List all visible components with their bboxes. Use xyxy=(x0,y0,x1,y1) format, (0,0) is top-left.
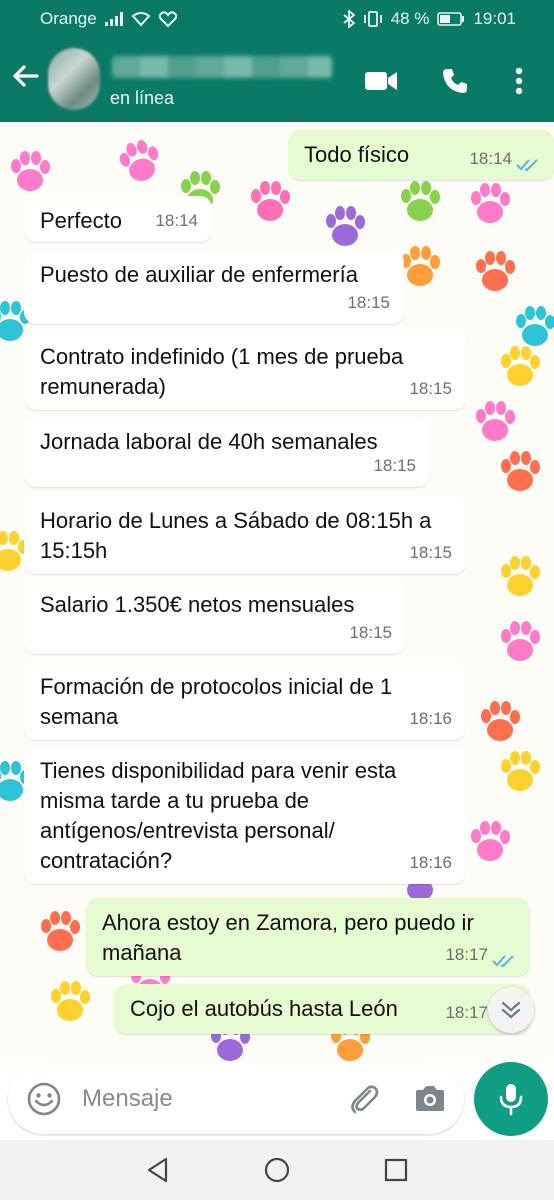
message-text: Tienes disponibilidad para venir esta mi… xyxy=(40,758,397,873)
message-text: Todo físico xyxy=(304,142,410,167)
double-check-icon xyxy=(492,955,514,968)
message-time: 18:16 xyxy=(409,709,452,728)
message-bubble-incoming[interactable]: Salario 1.350€ netos mensuales 18:15 xyxy=(24,580,406,654)
more-vert-icon[interactable] xyxy=(502,64,536,98)
bluetooth-icon xyxy=(343,10,355,28)
heart-icon xyxy=(158,11,177,27)
message-bubble-outgoing[interactable]: Cojo el autobús hasta León 18:17 xyxy=(114,984,530,1034)
message-time: 18:17 xyxy=(445,1003,488,1022)
contact-status: en línea xyxy=(110,88,175,108)
nav-recents-icon[interactable] xyxy=(382,1156,410,1184)
message-time: 18:14 xyxy=(155,211,198,230)
message-bubble-incoming[interactable]: Jornada laboral de 40h semanales 18:15 xyxy=(24,417,430,487)
clock: 19:01 xyxy=(473,9,516,28)
message-text: Ahora estoy en Zamora, pero puedo ir mañ… xyxy=(102,910,474,965)
message-bubble-incoming[interactable]: Formación de protocolos inicial de 1 sem… xyxy=(24,662,466,740)
message-text: Salario 1.350€ netos mensuales xyxy=(40,592,355,617)
message-text: Horario de Lunes a Sábado de 08:15h a 15… xyxy=(40,508,432,563)
nav-home-icon[interactable] xyxy=(263,1156,291,1184)
signal-icon xyxy=(104,12,123,26)
message-bubble-incoming[interactable]: Contrato indefinido (1 mes de prueba rem… xyxy=(24,332,466,410)
message-time: 18:15 xyxy=(409,379,452,398)
message-time: 18:15 xyxy=(373,456,416,475)
battery-percent: 48 % xyxy=(390,9,430,28)
attach-icon[interactable] xyxy=(346,1081,382,1117)
scroll-down-icon xyxy=(501,1001,521,1019)
message-time: 18:15 xyxy=(347,293,390,312)
avatar[interactable] xyxy=(48,48,100,110)
message-text: Perfecto xyxy=(40,208,122,233)
message-text: Puesto de auxiliar de enfermería xyxy=(40,262,358,287)
message-time: 18:15 xyxy=(349,623,392,642)
message-text: Formación de protocolos inicial de 1 sem… xyxy=(40,674,393,729)
chat-header: en línea xyxy=(0,38,554,122)
message-text: Contrato indefinido (1 mes de prueba rem… xyxy=(40,344,404,399)
message-time: 18:14 xyxy=(469,149,512,168)
emoji-icon[interactable] xyxy=(26,1081,62,1117)
message-input[interactable]: Mensaje xyxy=(82,1085,173,1113)
status-bar: Orange 48 % 19:01 xyxy=(0,0,554,38)
carrier-name: Orange xyxy=(40,9,97,28)
system-navigation-bar xyxy=(0,1140,554,1200)
message-bubble-incoming[interactable]: Puesto de auxiliar de enfermería 18:15 xyxy=(24,250,404,324)
message-text: Cojo el autobús hasta León xyxy=(130,996,398,1021)
scroll-down-button[interactable] xyxy=(488,987,534,1033)
message-bubble-outgoing[interactable]: Ahora estoy en Zamora, pero puedo ir mañ… xyxy=(86,898,530,976)
nav-back-icon[interactable] xyxy=(144,1156,172,1184)
message-bubble-incoming[interactable]: Tienes disponibilidad para venir esta mi… xyxy=(24,746,466,884)
contact-name-redacted[interactable] xyxy=(112,56,332,78)
wifi-icon xyxy=(131,12,151,27)
message-time: 18:16 xyxy=(409,853,452,872)
message-list[interactable]: Todo físico 18:14 Perfecto 18:14 Puesto … xyxy=(0,122,554,1062)
phone-icon[interactable] xyxy=(438,64,472,98)
mic-button[interactable] xyxy=(474,1062,548,1136)
message-time: 18:17 xyxy=(445,945,488,964)
composer: Mensaje xyxy=(8,1064,464,1134)
message-time: 18:15 xyxy=(409,543,452,562)
mic-icon xyxy=(499,1084,523,1116)
vibrate-icon xyxy=(363,11,382,27)
camera-icon[interactable] xyxy=(412,1081,448,1117)
double-check-icon xyxy=(516,159,538,172)
message-bubble-outgoing[interactable]: Todo físico 18:14 xyxy=(288,130,554,180)
message-bubble-incoming[interactable]: Horario de Lunes a Sábado de 08:15h a 15… xyxy=(24,496,466,574)
message-text: Jornada laboral de 40h semanales xyxy=(40,429,378,454)
video-call-icon[interactable] xyxy=(364,64,398,98)
back-arrow-icon[interactable] xyxy=(10,60,42,92)
message-bubble-incoming[interactable]: Perfecto 18:14 xyxy=(24,196,212,242)
battery-icon xyxy=(437,12,465,26)
